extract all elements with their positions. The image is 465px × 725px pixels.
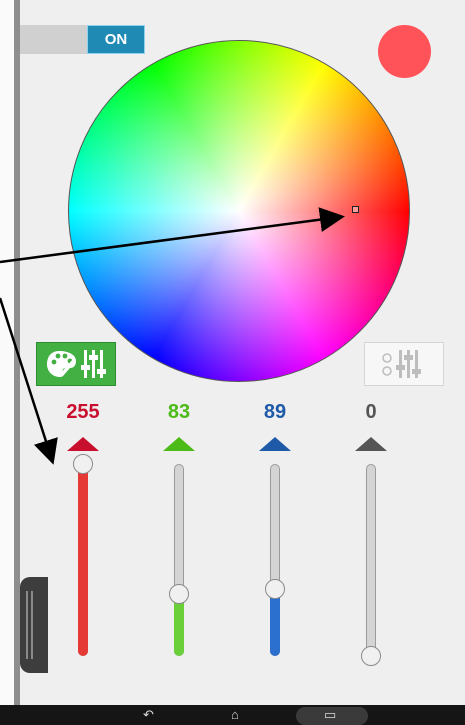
blue-slider-fill: [270, 588, 280, 656]
color-picker-screen: ON 255 83 89 0: [0, 0, 465, 705]
red-value-label: 255: [66, 401, 100, 423]
palette-mode-button[interactable]: [36, 342, 116, 386]
blue-increment-button[interactable]: [259, 437, 291, 451]
palette-sliders-icon: [47, 350, 106, 378]
mixer-sliders-icon: [382, 350, 421, 378]
red-slider-thumb[interactable]: [73, 454, 93, 474]
alpha-slider-track[interactable]: [366, 464, 376, 656]
red-increment-button[interactable]: [67, 437, 99, 451]
alpha-increment-button[interactable]: [355, 437, 387, 451]
green-increment-button[interactable]: [163, 437, 195, 451]
system-navbar: ↶ ⌂ ▭: [0, 705, 465, 725]
green-value-label: 83: [167, 401, 191, 423]
blue-value-label: 89: [263, 401, 287, 423]
alpha-value-label: 0: [365, 401, 377, 423]
alpha-slider-thumb[interactable]: [361, 646, 381, 666]
side-drawer-handle[interactable]: [20, 577, 48, 673]
home-icon[interactable]: ⌂: [231, 707, 239, 723]
recents-icon[interactable]: ▭: [324, 707, 336, 723]
annotation-arrow-to-wheel: [0, 207, 345, 264]
green-slider-thumb[interactable]: [169, 583, 189, 604]
back-icon[interactable]: ↶: [143, 707, 154, 723]
mixer-mode-button[interactable]: [364, 342, 444, 386]
red-slider-fill: [78, 464, 88, 656]
blue-slider-thumb[interactable]: [265, 578, 285, 599]
